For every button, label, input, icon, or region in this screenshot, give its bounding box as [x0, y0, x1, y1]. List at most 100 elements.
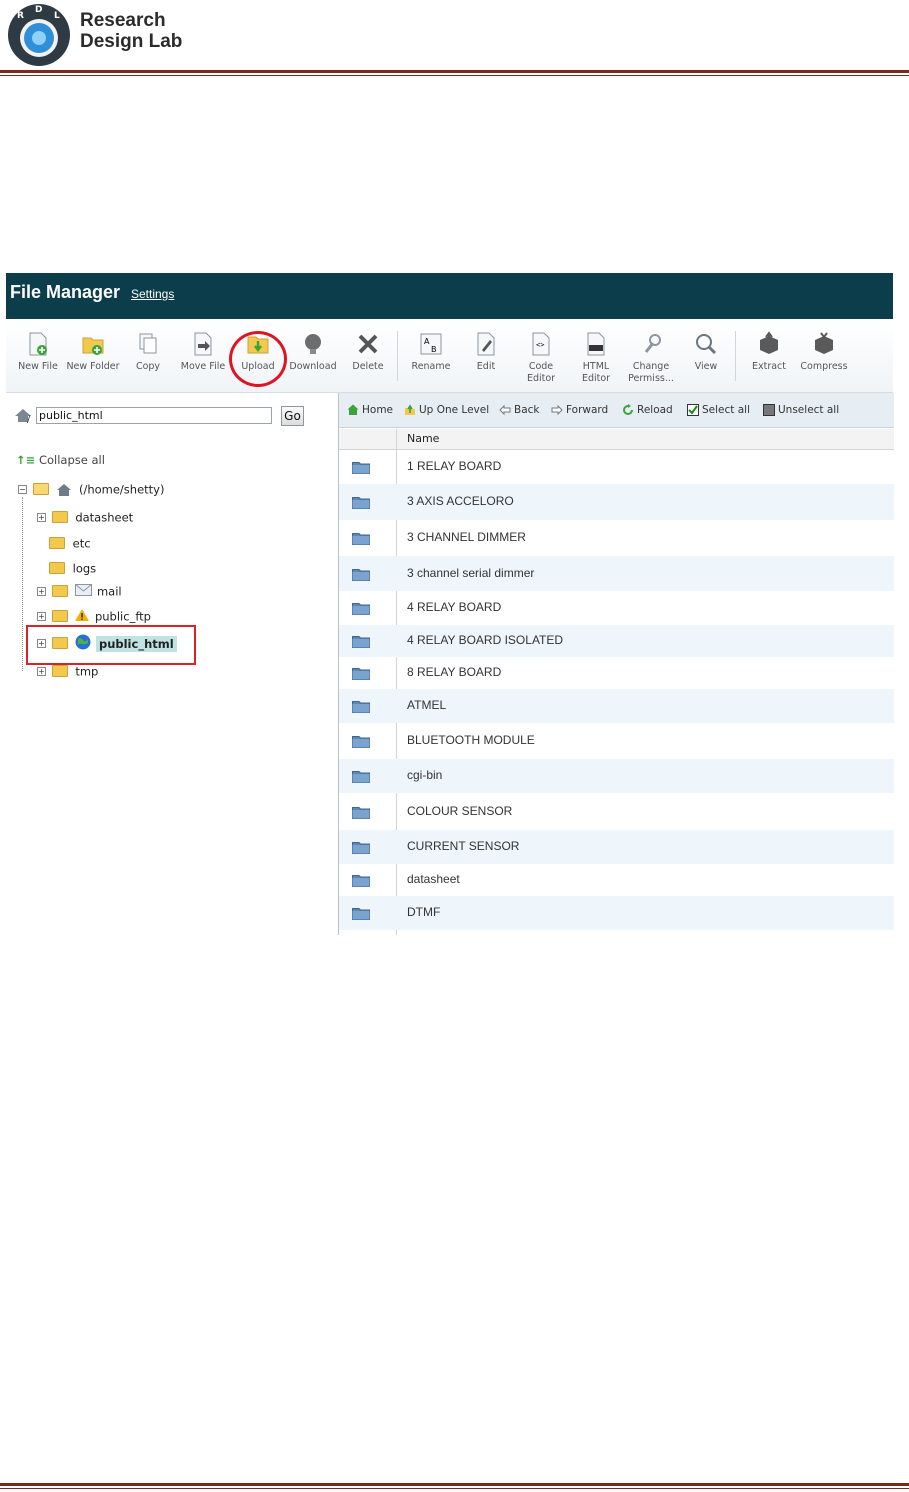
code-editor-button[interactable]: <> Code Editor — [513, 331, 569, 389]
home-folder-icon — [56, 483, 72, 497]
table-row[interactable]: DTMF — [339, 896, 894, 930]
toolbar-button-label: Rename — [411, 361, 451, 372]
tree-item-tmp[interactable]: + tmp — [37, 664, 98, 679]
home-icon[interactable]: / — [14, 408, 32, 423]
folder-icon — [352, 533, 370, 545]
edit-button[interactable]: Edit — [458, 331, 514, 389]
compress-icon — [815, 332, 833, 354]
checkbox-unchecked-icon — [763, 404, 775, 416]
tree-item-label: logs — [72, 561, 97, 576]
tree-item-mail[interactable]: + mail — [37, 584, 122, 599]
tree-item-label: mail — [96, 584, 122, 599]
nav-select-all[interactable]: Select all — [687, 404, 750, 416]
collapse-toggle-icon[interactable]: − — [18, 485, 27, 494]
nav-forward[interactable]: Forward — [551, 404, 608, 416]
logo-letter-r: R — [17, 11, 24, 21]
collapse-all-link[interactable]: ↑≡ Collapse all — [16, 453, 105, 467]
toolbar-button-label: New File — [18, 361, 58, 372]
new-file-button[interactable]: New File — [10, 331, 66, 389]
table-row[interactable]: 3 AXIS ACCELORO — [339, 484, 894, 520]
folder-icon — [352, 908, 370, 920]
change-permiss-button[interactable]: Change Permiss... — [623, 331, 679, 389]
collapse-all-label: Collapse all — [38, 453, 105, 467]
tree-root[interactable]: − (/home/shetty) — [18, 482, 164, 497]
toolbar-button-label: Extract — [751, 361, 787, 372]
table-row[interactable]: 4 RELAY BOARD — [339, 591, 894, 625]
logo-letter-l: L — [54, 11, 60, 21]
change-permissions-icon — [644, 334, 661, 353]
table-row[interactable]: 1 RELAY BOARD — [339, 450, 894, 484]
toolbar-button-label: Change Permiss... — [628, 361, 674, 384]
svg-text:B: B — [431, 345, 437, 354]
settings-link[interactable]: Settings — [131, 287, 174, 301]
tree-item-label: datasheet — [75, 510, 134, 525]
up-one-level-icon — [405, 404, 415, 415]
footer-rule — [0, 1483, 909, 1486]
expand-toggle-icon[interactable]: + — [37, 513, 46, 522]
header-rule — [0, 70, 909, 73]
column-header-name[interactable]: Name — [407, 432, 439, 445]
table-row[interactable]: COLOUR SENSOR — [339, 793, 894, 830]
logo-letter-d: D — [35, 5, 42, 15]
code-editor-icon: <> — [532, 332, 550, 356]
table-row[interactable]: 8 RELAY BOARD — [339, 657, 894, 689]
expand-toggle-icon[interactable]: + — [37, 587, 46, 596]
nav-reload[interactable]: Reload — [622, 404, 673, 416]
directory-tree-pane: / Go ↑≡ Collapse all − (/home/shetty) + … — [6, 393, 338, 935]
tree-item-datasheet[interactable]: + datasheet — [37, 510, 133, 525]
toolbar-button-label: Move File — [180, 361, 226, 372]
folder-icon — [352, 701, 370, 713]
nav-label: Forward — [566, 404, 609, 416]
tree-root-label: (/home/shetty) — [78, 482, 165, 497]
view-button[interactable]: View — [678, 331, 734, 389]
file-name: CURRENT SENSOR — [407, 839, 520, 853]
toolbar-button-label: Download — [289, 361, 337, 372]
tree-item-logs[interactable]: logs — [49, 561, 96, 576]
move-file-button[interactable]: Move File — [175, 331, 231, 389]
folder-icon — [51, 510, 68, 523]
tree-item-etc[interactable]: etc — [49, 536, 91, 551]
copy-button[interactable]: Copy — [120, 331, 176, 389]
nav-unselect-all[interactable]: Unselect all — [763, 404, 839, 416]
table-row[interactable]: 4 RELAY BOARD ISOLATED — [339, 625, 894, 657]
go-button[interactable]: Go — [281, 406, 304, 426]
tree-guide-line — [22, 497, 23, 671]
delete-button[interactable]: Delete — [340, 331, 396, 389]
table-row[interactable]: BLUETOOTH MODULE — [339, 723, 894, 759]
file-name: BLUETOOTH MODULE — [407, 733, 535, 747]
table-row[interactable]: datasheet — [339, 864, 894, 896]
folder-icon — [352, 771, 370, 783]
folder-icon — [352, 842, 370, 854]
table-row[interactable]: 3 CHANNEL DIMMER — [339, 520, 894, 556]
folder-icon — [352, 736, 370, 748]
file-name: 3 AXIS ACCELORO — [407, 494, 514, 508]
extract-icon — [760, 331, 778, 354]
rename-button[interactable]: A B Rename — [403, 331, 459, 389]
nav-back[interactable]: Back — [499, 404, 540, 416]
expand-toggle-icon[interactable]: + — [37, 667, 46, 676]
tree-item-public-ftp[interactable]: + public_ftp — [37, 609, 151, 624]
table-header: Name — [339, 429, 894, 450]
file-manager-titlebar: File Manager Settings — [6, 273, 893, 319]
nav-up-one-level[interactable]: Up One Level — [404, 404, 489, 416]
html-editor-button[interactable]: HTML Editor — [568, 331, 624, 389]
compress-button[interactable]: Compress — [796, 331, 852, 389]
file-manager-title: File Manager — [10, 282, 121, 302]
folder-icon — [51, 664, 68, 677]
new-folder-button[interactable]: New Folder — [65, 331, 121, 389]
expand-toggle-icon[interactable]: + — [37, 612, 46, 621]
folder-icon — [49, 561, 65, 574]
table-row[interactable]: cgi-bin — [339, 759, 894, 793]
table-row[interactable]: 3 channel serial dimmer — [339, 556, 894, 591]
table-row[interactable]: CURRENT SENSOR — [339, 830, 894, 864]
public-html-highlight-box — [26, 625, 196, 665]
folder-icon — [352, 497, 370, 509]
move-file-icon — [194, 332, 212, 356]
download-button[interactable]: Download — [285, 331, 341, 389]
path-input[interactable] — [36, 407, 272, 424]
table-row[interactable]: ATMEL — [339, 689, 894, 723]
folder-icon — [352, 875, 370, 887]
extract-button[interactable]: Extract — [741, 331, 797, 389]
nav-home[interactable]: Home — [347, 404, 393, 416]
edit-icon — [477, 332, 495, 356]
